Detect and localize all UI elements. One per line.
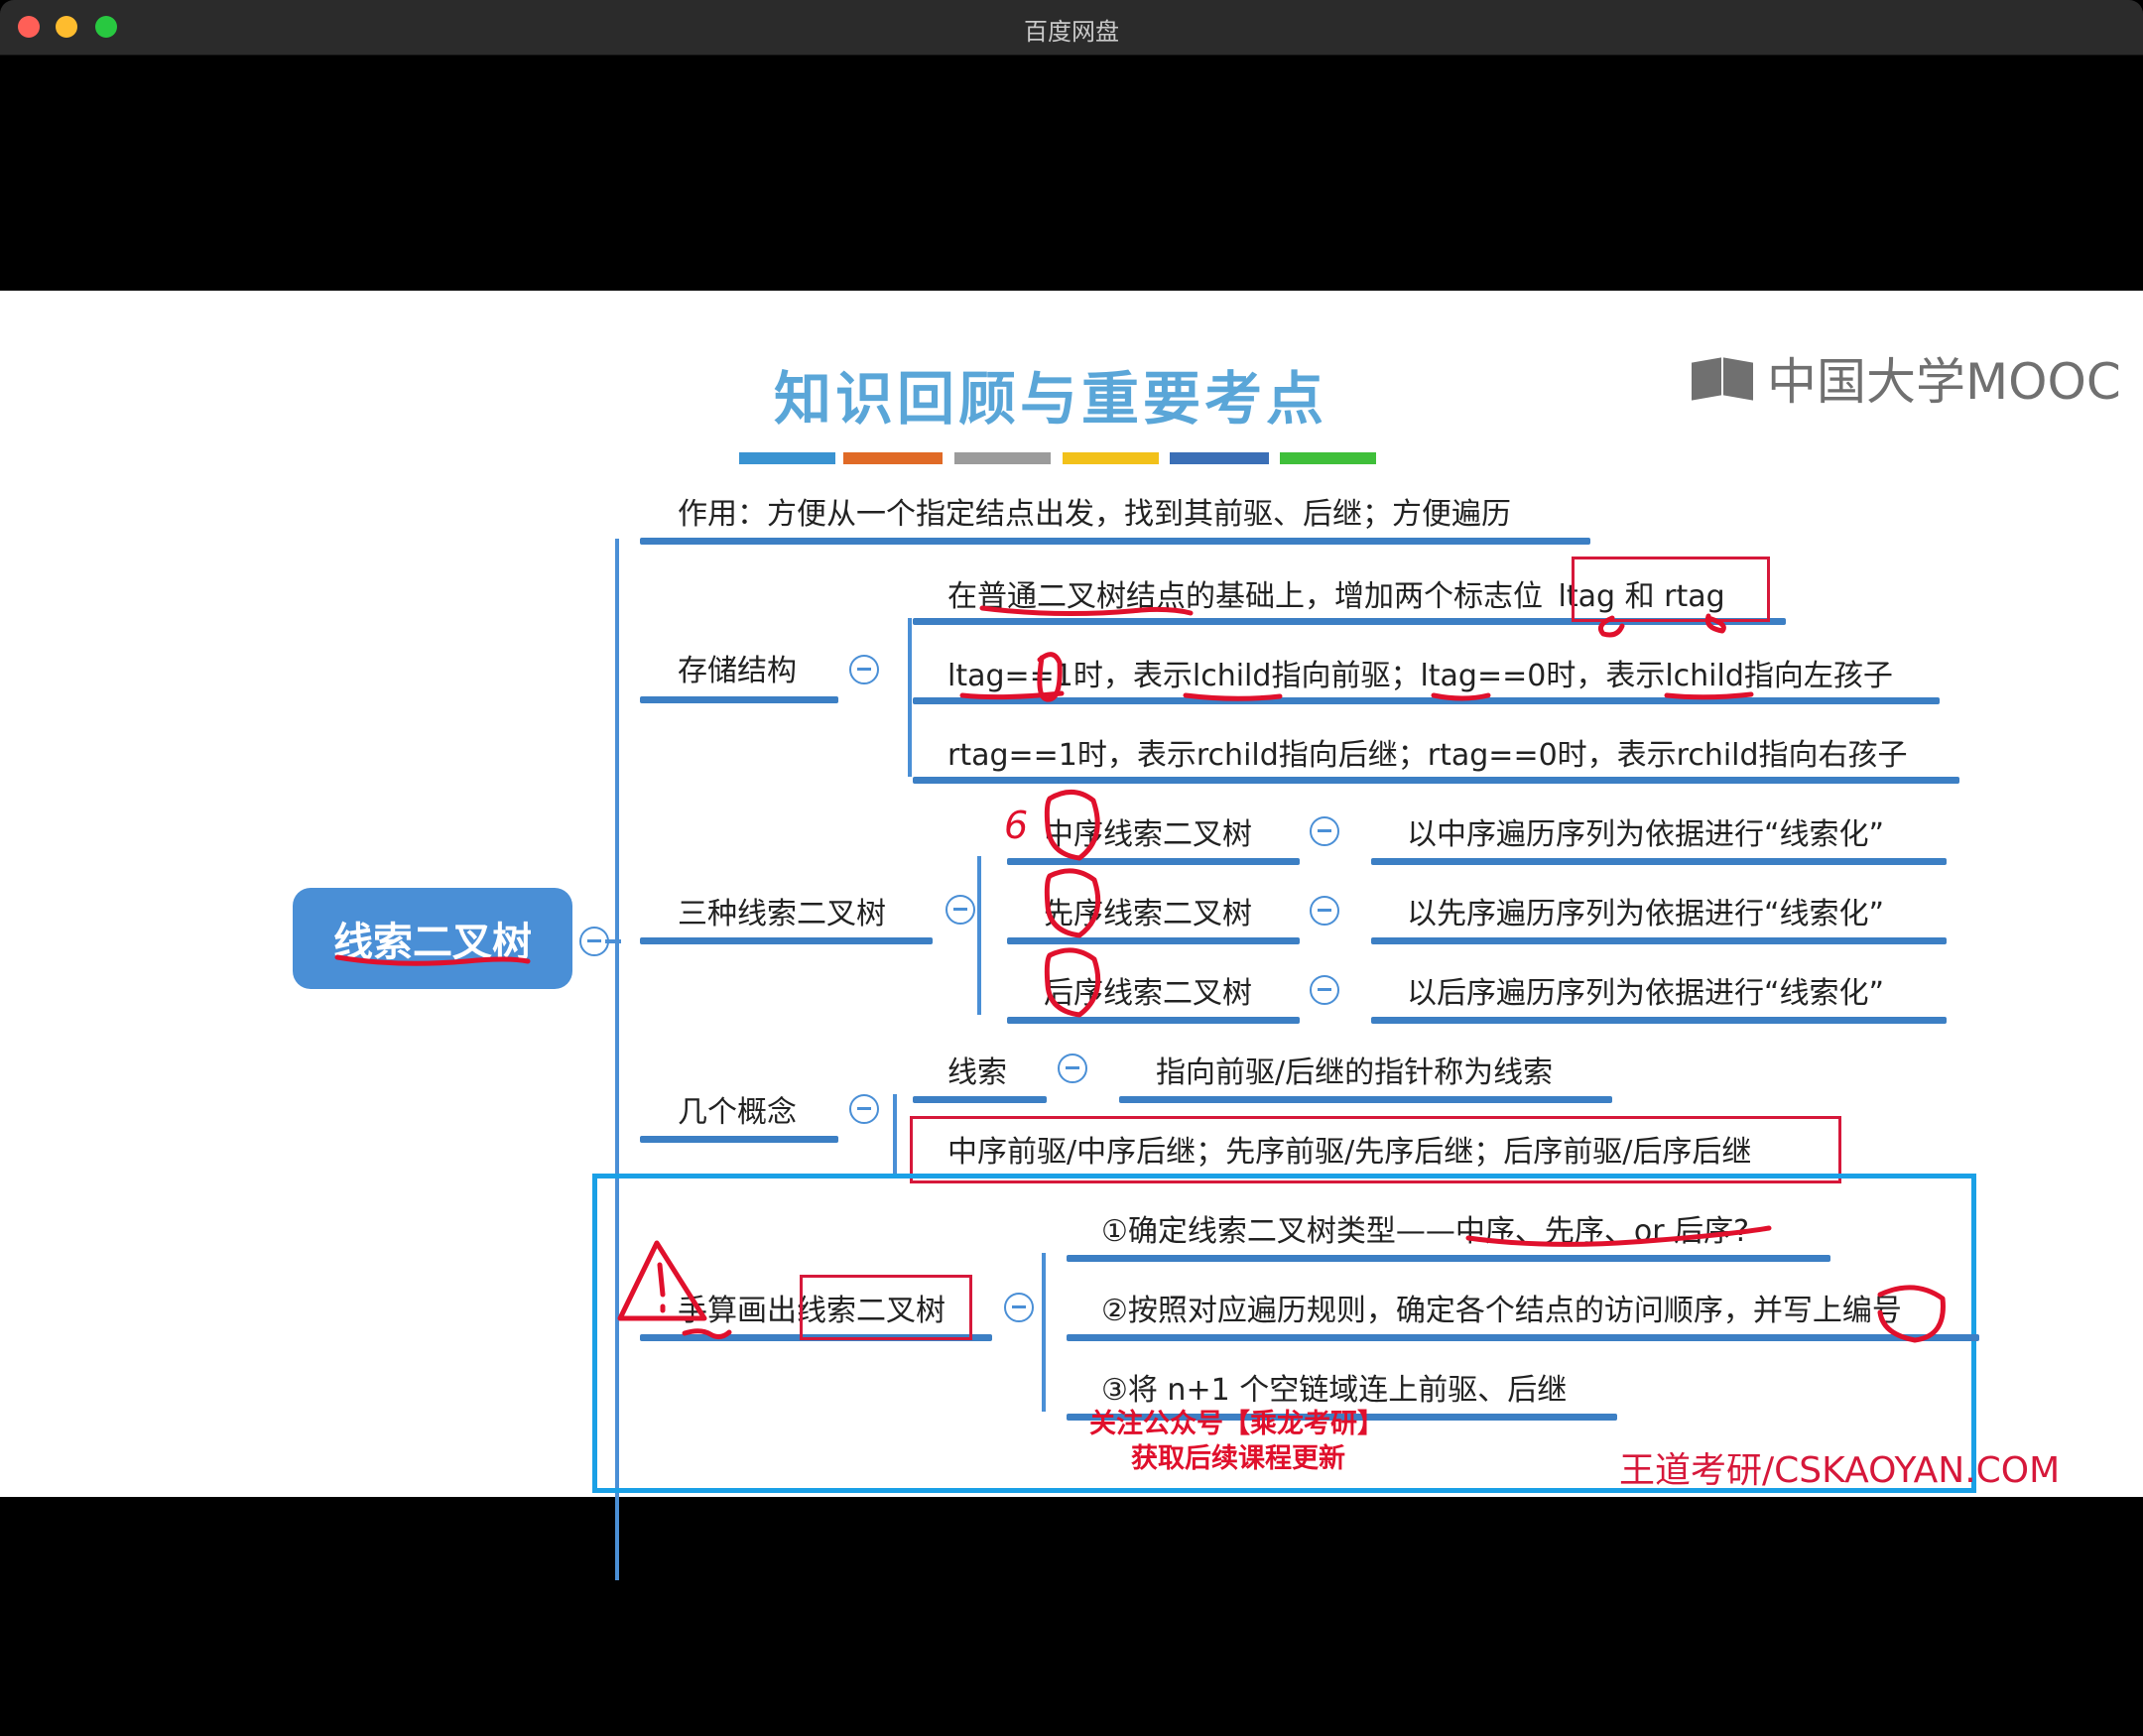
manual-squiggle-annotation <box>682 1328 732 1340</box>
rtag-mark-annotation <box>1704 613 1726 634</box>
order-type-underline-annotation <box>1465 1225 1772 1247</box>
window-title: 百度网盘 <box>1024 18 1119 46</box>
video-frame-slide: 知识回顾与重要考点 中国大学MOOC 线索二叉树 作用：方便从一个指定结点出发，… <box>0 291 2143 1580</box>
preorder-circle-annotation <box>1044 868 1101 938</box>
lchild-underline-annotation <box>1183 692 1283 701</box>
window-titlebar: 百度网盘 <box>0 0 2143 56</box>
postorder-circle-annotation <box>1044 947 1101 1018</box>
left-child-underline-annotation <box>1664 691 1754 700</box>
handwritten-annotations: 6 <box>334 605 1946 1343</box>
handwritten-six: 6 <box>1004 804 1028 847</box>
warning-bang-annotation <box>657 1262 666 1313</box>
number-circle-annotation <box>1877 1285 1946 1343</box>
root-underline-annotation <box>334 954 531 966</box>
ltag-underline-annotation <box>959 690 1065 700</box>
ltag-mark-annotation <box>1598 615 1625 638</box>
ltag-zero-underline-annotation <box>1431 692 1491 701</box>
inorder-circle-annotation <box>1044 790 1100 861</box>
storage-line1-annotation <box>979 605 1194 617</box>
